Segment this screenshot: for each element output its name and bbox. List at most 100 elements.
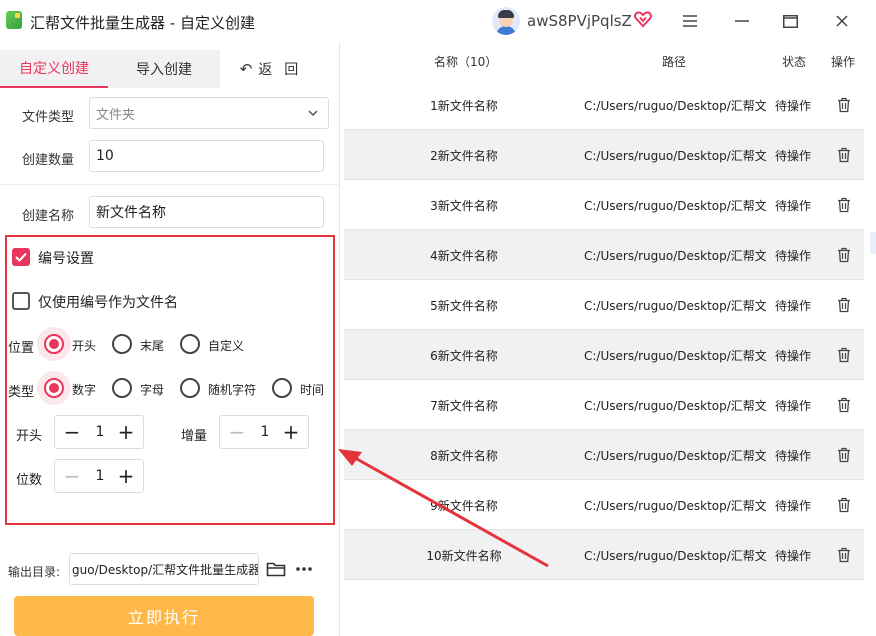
heart-badge-icon[interactable]	[634, 10, 652, 28]
username[interactable]: awS8PVjPqlsZ	[527, 12, 632, 30]
delete-button[interactable]	[824, 330, 864, 380]
table-body: 1新文件名称 C:/Users/ruguo/Desktop/汇帮文 待操作 2新文件名…	[344, 80, 864, 580]
output-dir-input[interactable]: guo/Desktop/汇帮文件批量生成器	[69, 553, 259, 585]
row-status: 待操作	[774, 248, 811, 263]
numbering-label: 编号设置	[38, 251, 94, 267]
run-now-button[interactable]: 立即执行	[14, 596, 314, 636]
table-row[interactable]: 10新文件名称 C:/Users/ruguo/Desktop/汇帮文 待操作	[344, 530, 864, 580]
radio-type-number[interactable]	[44, 378, 64, 398]
step-increment-button[interactable]: +	[276, 416, 306, 448]
type-option-time: 时间	[300, 383, 325, 397]
header-op: 操作	[831, 54, 856, 69]
header-status: 状态	[782, 54, 807, 69]
window-title: 汇帮文件批量生成器 - 自定义创建	[30, 14, 255, 32]
output-dir-label: 输出目录:	[8, 565, 61, 579]
tab-import-create[interactable]: 导入创建	[108, 50, 220, 88]
row-name: 3新文件名称	[430, 198, 498, 213]
delete-button[interactable]	[824, 130, 864, 180]
table-row[interactable]: 8新文件名称 C:/Users/ruguo/Desktop/汇帮文 待操作	[344, 430, 864, 480]
only-number-checkbox[interactable]	[12, 292, 30, 310]
position-option-start: 开头	[72, 339, 97, 353]
minimize-icon[interactable]	[728, 8, 756, 34]
header-path: 路径	[662, 54, 687, 69]
trash-icon	[838, 147, 850, 163]
tab-custom-create[interactable]: 自定义创建	[0, 50, 108, 88]
file-type-label: 文件类型	[22, 110, 75, 125]
trash-icon	[838, 97, 850, 113]
row-status: 待操作	[774, 498, 811, 513]
delete-button[interactable]	[824, 280, 864, 330]
radio-position-custom[interactable]	[180, 334, 200, 354]
radio-type-letter[interactable]	[112, 378, 132, 398]
more-dots-icon[interactable]	[294, 560, 314, 578]
delete-button[interactable]	[824, 380, 864, 430]
table-row[interactable]: 1新文件名称 C:/Users/ruguo/Desktop/汇帮文 待操作	[344, 80, 864, 130]
delete-button[interactable]	[824, 480, 864, 530]
file-table: 名称（10） 路径 状态 操作 1新文件名称 C:/Users/ruguo/Des…	[344, 42, 864, 580]
row-name: 6新文件名称	[430, 348, 498, 363]
delete-button[interactable]	[824, 80, 864, 130]
row-status: 待操作	[774, 198, 811, 213]
row-status: 待操作	[774, 348, 811, 363]
delete-button[interactable]	[824, 230, 864, 280]
table-row[interactable]: 2新文件名称 C:/Users/ruguo/Desktop/汇帮文 待操作	[344, 130, 864, 180]
table-row[interactable]: 9新文件名称 C:/Users/ruguo/Desktop/汇帮文 待操作	[344, 480, 864, 530]
row-path: C:/Users/ruguo/Desktop/汇帮文	[584, 248, 766, 263]
digits-increment-button[interactable]: +	[111, 460, 141, 492]
row-path: C:/Users/ruguo/Desktop/汇帮文	[584, 498, 766, 513]
row-name: 10新文件名称	[426, 548, 502, 563]
app-logo-icon	[6, 11, 22, 29]
step-decrement-button[interactable]: −	[222, 416, 252, 448]
row-status: 待操作	[774, 148, 811, 163]
chevron-down-icon	[308, 110, 318, 117]
name-input[interactable]: 新文件名称	[89, 196, 324, 228]
file-type-value: 文件夹	[96, 107, 136, 123]
close-icon[interactable]	[828, 8, 856, 34]
trash-icon	[838, 297, 850, 313]
count-input[interactable]: 10	[89, 140, 324, 172]
radio-position-end[interactable]	[112, 334, 132, 354]
table-row[interactable]: 7新文件名称 C:/Users/ruguo/Desktop/汇帮文 待操作	[344, 380, 864, 430]
delete-button[interactable]	[824, 530, 864, 580]
numbering-checkbox[interactable]	[12, 248, 30, 266]
table-row[interactable]: 4新文件名称 C:/Users/ruguo/Desktop/汇帮文 待操作	[344, 230, 864, 280]
row-name: 2新文件名称	[430, 148, 498, 163]
digits-stepper: − 1 +	[54, 459, 144, 493]
row-name: 7新文件名称	[430, 398, 498, 413]
digits-label: 位数	[16, 473, 43, 488]
row-status: 待操作	[774, 398, 811, 413]
table-row[interactable]: 6新文件名称 C:/Users/ruguo/Desktop/汇帮文 待操作	[344, 330, 864, 380]
table-header: 名称（10） 路径 状态 操作	[344, 42, 864, 80]
undo-arrow-icon: ↶	[239, 60, 253, 78]
trash-icon	[838, 497, 850, 513]
row-name: 1新文件名称	[430, 98, 498, 113]
avatar[interactable]	[492, 7, 520, 35]
row-status: 待操作	[774, 98, 811, 113]
row-name: 4新文件名称	[430, 248, 498, 263]
divider	[0, 184, 340, 185]
row-path: C:/Users/ruguo/Desktop/汇帮文	[584, 148, 766, 163]
trash-icon	[838, 547, 850, 563]
back-button[interactable]: ↶ 返回	[220, 50, 330, 88]
start-decrement-button[interactable]: −	[57, 416, 87, 448]
maximize-icon[interactable]	[776, 8, 804, 34]
radio-position-start[interactable]	[44, 334, 64, 354]
position-label: 位置	[8, 341, 35, 356]
table-row[interactable]: 3新文件名称 C:/Users/ruguo/Desktop/汇帮文 待操作	[344, 180, 864, 230]
trash-icon	[838, 247, 850, 263]
row-path: C:/Users/ruguo/Desktop/汇帮文	[584, 548, 766, 563]
start-label: 开头	[16, 429, 43, 444]
delete-button[interactable]	[824, 180, 864, 230]
digits-decrement-button[interactable]: −	[57, 460, 87, 492]
radio-type-time[interactable]	[272, 378, 292, 398]
delete-button[interactable]	[824, 430, 864, 480]
folder-icon[interactable]	[266, 560, 286, 578]
file-type-select[interactable]: 文件夹	[89, 97, 329, 129]
hamburger-icon[interactable]	[676, 8, 704, 34]
start-increment-button[interactable]: +	[111, 416, 141, 448]
scrollbar-thumb[interactable]	[870, 232, 876, 254]
type-label: 类型	[8, 385, 35, 400]
trash-icon	[838, 397, 850, 413]
table-row[interactable]: 5新文件名称 C:/Users/ruguo/Desktop/汇帮文 待操作	[344, 280, 864, 330]
radio-type-random[interactable]	[180, 378, 200, 398]
